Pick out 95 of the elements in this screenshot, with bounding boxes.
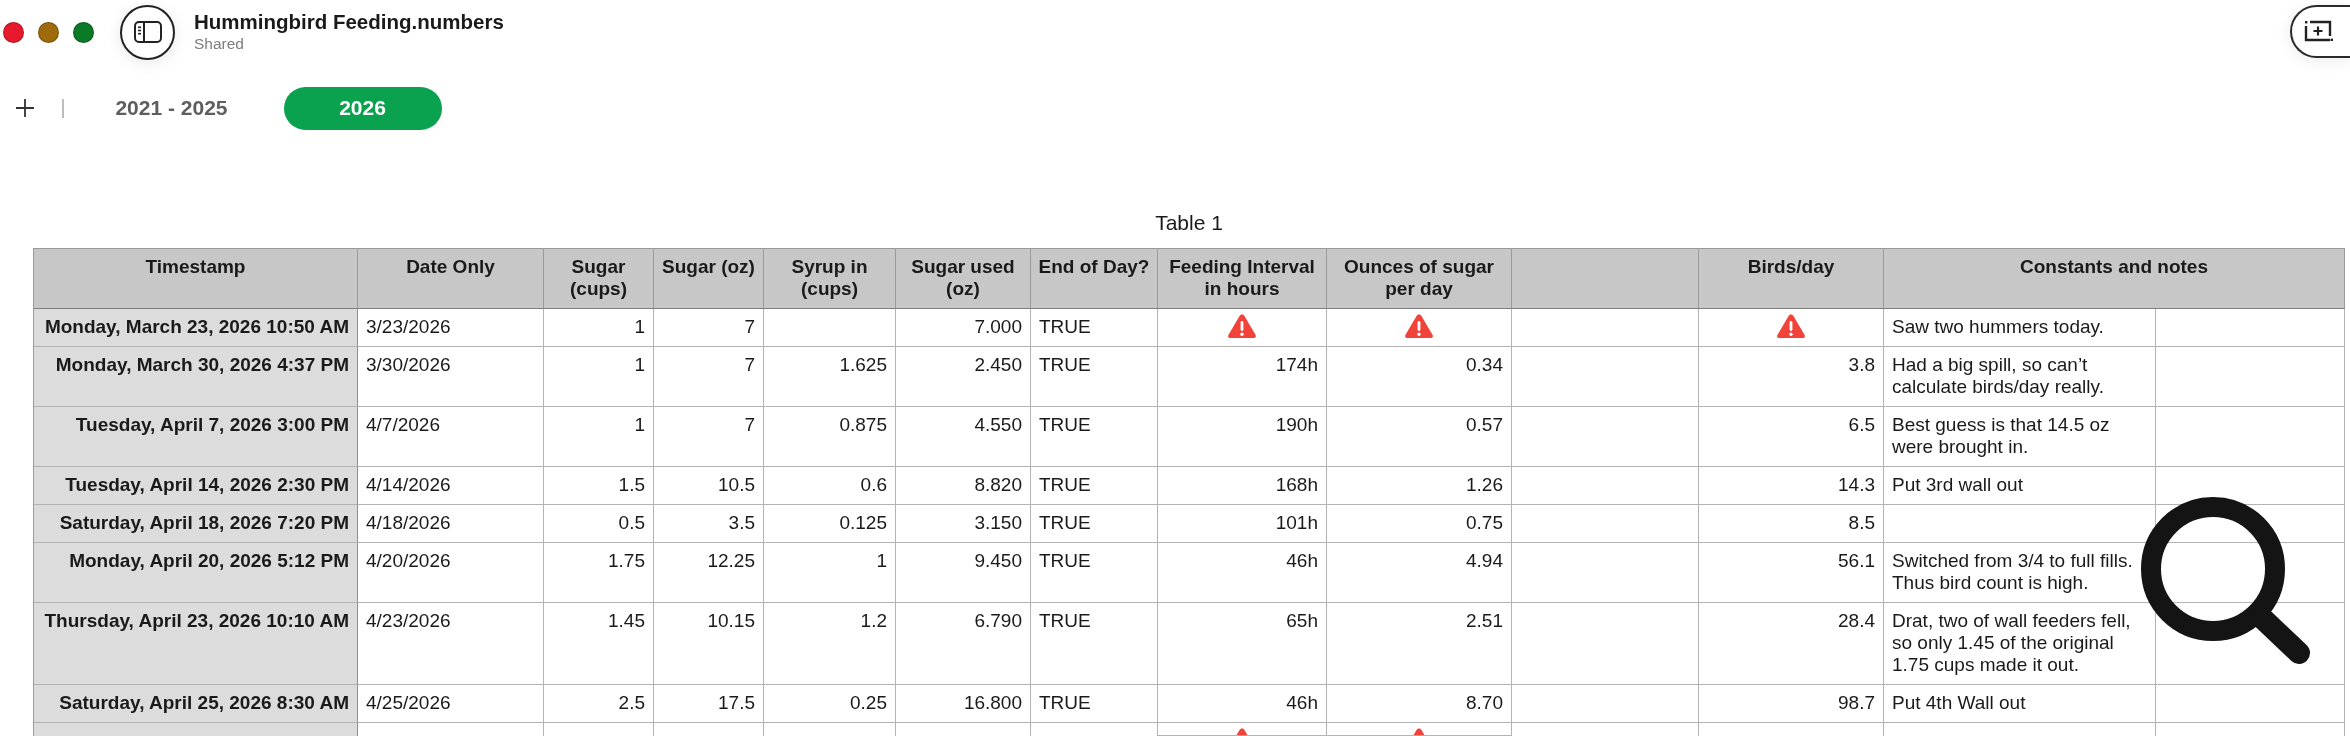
table-cell: 4/14/2026 [358, 467, 544, 505]
sidebar-button[interactable] [120, 4, 175, 60]
magnifier-icon [2141, 497, 2311, 664]
table-cell: 174h [1158, 347, 1327, 407]
table-cell: 1.625 [764, 347, 896, 407]
minimize-button[interactable] [38, 21, 59, 43]
table-cell: 65h [1158, 603, 1327, 685]
row-header: Monday, March 30, 2026 4:37 PM [34, 347, 358, 407]
table-cell: 1.26 [1327, 467, 1512, 505]
table-cell: 190h [1158, 407, 1327, 467]
table-cell: 16.800 [896, 685, 1031, 723]
toolbar-button[interactable] [2290, 4, 2350, 58]
table-cell: 28.4 [1699, 603, 1884, 685]
plus-frame-icon [2304, 20, 2334, 42]
table-cell: 0.25 [764, 685, 896, 723]
row-header: Tuesday, April 14, 2026 2:30 PM [34, 467, 358, 505]
table-cell: 0.875 [764, 407, 896, 467]
table-cell: 10.5 [654, 467, 764, 505]
table-cell: 0.75 [1327, 505, 1512, 543]
table-cell: TRUE [1031, 309, 1158, 347]
table-cell: 0.125 [764, 505, 896, 543]
table-cell: 7 [654, 347, 764, 407]
row-header: Tuesday, April 7, 2026 3:00 PM [34, 407, 358, 467]
table-cell: 1.45 [544, 603, 654, 685]
table-cell: 3.150 [896, 505, 1031, 543]
table-cell: TRUE [1031, 685, 1158, 723]
row-header: Thursday, April 23, 2026 10:10 AM [34, 603, 358, 685]
table-cell: 101h [1158, 505, 1327, 543]
table-cell: 3/30/2026 [358, 347, 544, 407]
table-cell: Put 4th Wall out [1884, 685, 2156, 723]
table-cell: 1 [544, 407, 654, 467]
table-cell: 0.34 [1327, 347, 1512, 407]
table-cell: 6.790 [896, 603, 1031, 685]
table-cell: Had a big spill, so can’t calculate birds/day really. [1884, 347, 2156, 407]
table-cell: 12.25 [654, 543, 764, 603]
table-cell: 2.51 [1327, 603, 1512, 685]
table-cell: 1 [544, 309, 654, 347]
sidebar-icon [133, 21, 162, 43]
table-cell: TRUE [1031, 407, 1158, 467]
table-cell: 0.6 [764, 467, 896, 505]
table-cell: 4/7/2026 [358, 407, 544, 467]
table-cell: 98.7 [1699, 685, 1884, 723]
table-cell: 8.70 [1327, 685, 1512, 723]
table-cell: 3.5 [654, 505, 764, 543]
table-cell: Saw two hummers today. [1884, 309, 2156, 347]
table-cell: 7 [654, 309, 764, 347]
table-cell: 4/20/2026 [358, 543, 544, 603]
table-cell: 17.5 [654, 685, 764, 723]
table-cell: 1.75 [544, 543, 654, 603]
row-header: Saturday, April 25, 2026 8:30 AM [34, 685, 358, 723]
table-cell: TRUE [1031, 543, 1158, 603]
table-cell: 2.450 [896, 347, 1031, 407]
sheet-tab[interactable]: 2021 - 2025 [92, 86, 251, 130]
table-cell: TRUE [1031, 347, 1158, 407]
row-header: Monday, April 20, 2026 5:12 PM [34, 543, 358, 603]
table-cell: TRUE [1031, 467, 1158, 505]
maximize-button[interactable] [73, 21, 94, 43]
table-cell: 7.000 [896, 309, 1031, 347]
table-cell: 2.5 [544, 685, 654, 723]
plus-icon [16, 99, 34, 117]
table-cell: 46h [1158, 685, 1327, 723]
table-cell: 1 [544, 347, 654, 407]
table-cell: 1 [764, 543, 896, 603]
table-cell: 8.5 [1699, 505, 1884, 543]
table-cell: 46h [1158, 543, 1327, 603]
table-cell: 1.2 [764, 603, 896, 685]
table-cell: 4/25/2026 [358, 685, 544, 723]
table-cell: 8.820 [896, 467, 1031, 505]
table-cell: 10.15 [654, 603, 764, 685]
table-cell: 168h [1158, 467, 1327, 505]
table-cell: 4/23/2026 [358, 603, 544, 685]
table-cell: 4/18/2026 [358, 505, 544, 543]
row-header: Monday, March 23, 2026 10:50 AM [34, 309, 358, 347]
table-cell: Put 3rd wall out [1884, 467, 2156, 505]
table-cell: 1.5 [544, 467, 654, 505]
table-cell: 14.3 [1699, 467, 1884, 505]
table-cell: 7 [654, 407, 764, 467]
table-title: Table 1 [1155, 210, 1223, 236]
close-button[interactable] [3, 21, 24, 43]
table-cell: 9.450 [896, 543, 1031, 603]
table-cell: 4.550 [896, 407, 1031, 467]
table-cell: Best guess is that 14.5 oz were brought in. [1884, 407, 2156, 467]
table-cell: 3/23/2026 [358, 309, 544, 347]
sheet-tab[interactable]: 2026 [283, 86, 442, 130]
document-title: Hummingbird Feeding.numbers [194, 10, 504, 34]
table-cell: TRUE [1031, 505, 1158, 543]
table-cell: 6.5 [1699, 407, 1884, 467]
row-header: Saturday, April 18, 2026 7:20 PM [34, 505, 358, 543]
table-cell: 0.5 [544, 505, 654, 543]
document-subtitle: Shared [194, 34, 244, 54]
table-cell: 3.8 [1699, 347, 1884, 407]
table-cell: 0.57 [1327, 407, 1512, 467]
table-cell: TRUE [1031, 603, 1158, 685]
table-cell: 56.1 [1699, 543, 1884, 603]
table-cell: 4.94 [1327, 543, 1512, 603]
